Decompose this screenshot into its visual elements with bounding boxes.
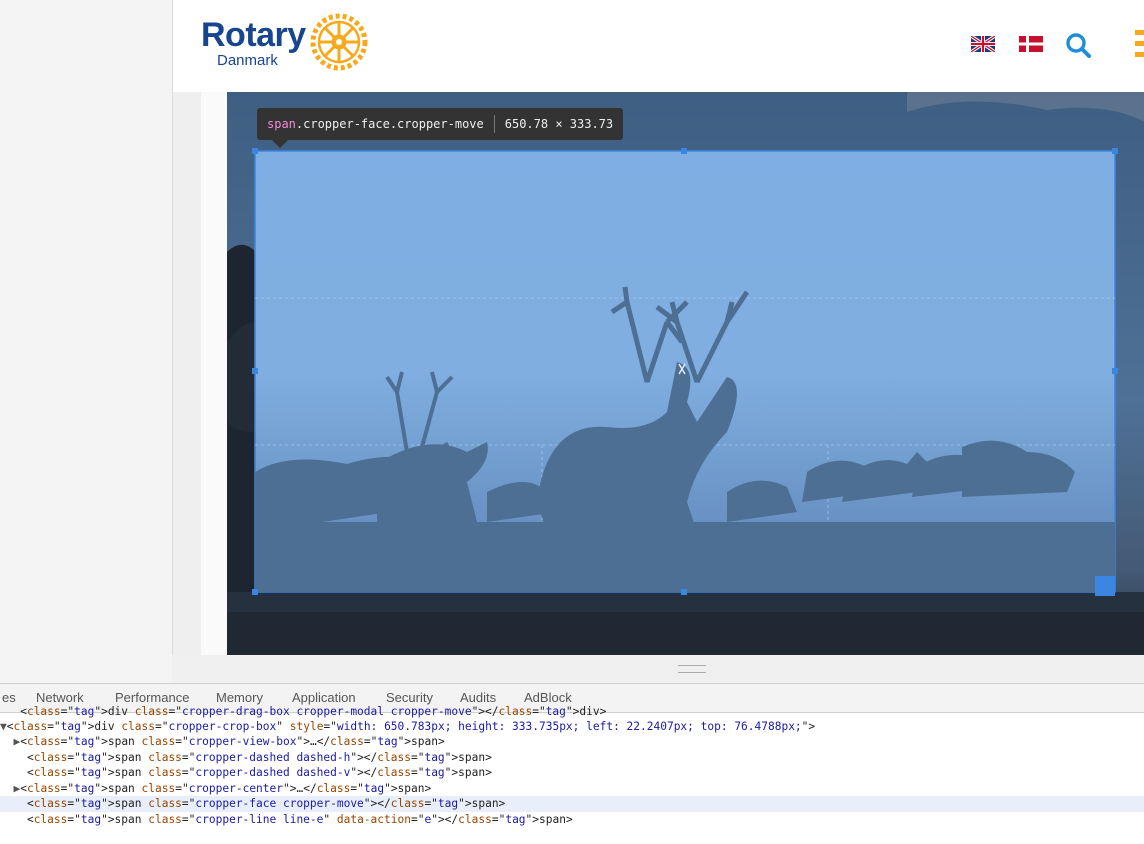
tab-performance[interactable]: Performance <box>115 690 189 705</box>
dom-tree-line[interactable]: <class="tag">div class="cropper-drag-box… <box>0 704 1144 720</box>
tab-application[interactable]: Application <box>292 690 356 705</box>
website-viewport: Rotary Danmark <box>172 0 1144 655</box>
logo-subtitle: Danmark <box>217 52 278 69</box>
tab-adblock[interactable]: AdBlock <box>524 690 572 705</box>
dom-tree-line[interactable]: <class="tag">span class="cropper-face cr… <box>0 796 1144 812</box>
logo-word: Rotary <box>201 16 306 54</box>
page-margin-inner <box>201 92 228 655</box>
tab-network[interactable]: Network <box>36 690 84 705</box>
dom-tree-line[interactable]: ▼<class="tag">div class="cropper-crop-bo… <box>0 719 1144 735</box>
page-margin <box>173 92 201 655</box>
dom-tree-line[interactable]: ▶<class="tag">span class="cropper-center… <box>0 781 1144 797</box>
dom-tree[interactable]: <class="tag">div class="cropper-drag-box… <box>0 705 1144 844</box>
inspector-tooltip: span .cropper-face.cropper-move 650.78 × … <box>257 108 624 140</box>
devtools-panel: es Network Performance Memory Applicatio… <box>0 683 1144 844</box>
tooltip-selector-tag: span <box>267 117 296 131</box>
rotary-wheel-icon <box>310 13 368 71</box>
dom-tree-line[interactable]: ▶<class="tag">span class="cropper-view-b… <box>0 734 1144 750</box>
search-icon[interactable] <box>1065 32 1091 58</box>
tab-security[interactable]: Security <box>386 690 433 705</box>
danish-flag-icon[interactable] <box>1019 36 1043 52</box>
rotary-logo[interactable]: Rotary Danmark <box>201 13 368 71</box>
page-gutter <box>0 0 172 655</box>
tooltip-dimensions: 650.78 × 333.73 <box>504 117 614 131</box>
tab-memory[interactable]: Memory <box>216 690 263 705</box>
expand-triangle-icon[interactable]: ▶ <box>13 735 20 748</box>
tooltip-divider <box>493 115 495 133</box>
tooltip-selector-classes: .cropper-face.cropper-move <box>295 117 484 131</box>
expand-triangle-icon[interactable]: ▶ <box>13 782 20 795</box>
resize-grip-icon[interactable] <box>678 665 706 673</box>
dom-tree-line[interactable]: <class="tag">span class="cropper-dashed … <box>0 750 1144 766</box>
tab-sources-partial[interactable]: es <box>2 690 16 705</box>
devtools-resize-bar[interactable] <box>172 655 1144 683</box>
expand-triangle-icon[interactable]: ▼ <box>0 720 7 733</box>
uk-flag-icon[interactable] <box>971 36 995 52</box>
deer-photo <box>227 92 1144 655</box>
dom-tree-line[interactable]: <class="tag">span class="cropper-dashed … <box>0 765 1144 781</box>
tab-audits[interactable]: Audits <box>460 690 496 705</box>
crop-image-area[interactable] <box>227 92 1144 655</box>
menu-icon[interactable] <box>1135 30 1144 58</box>
dom-tree-line[interactable]: <class="tag">span class="cropper-line li… <box>0 812 1144 828</box>
tooltip-arrow <box>272 140 288 148</box>
site-header: Rotary Danmark <box>173 0 1144 93</box>
